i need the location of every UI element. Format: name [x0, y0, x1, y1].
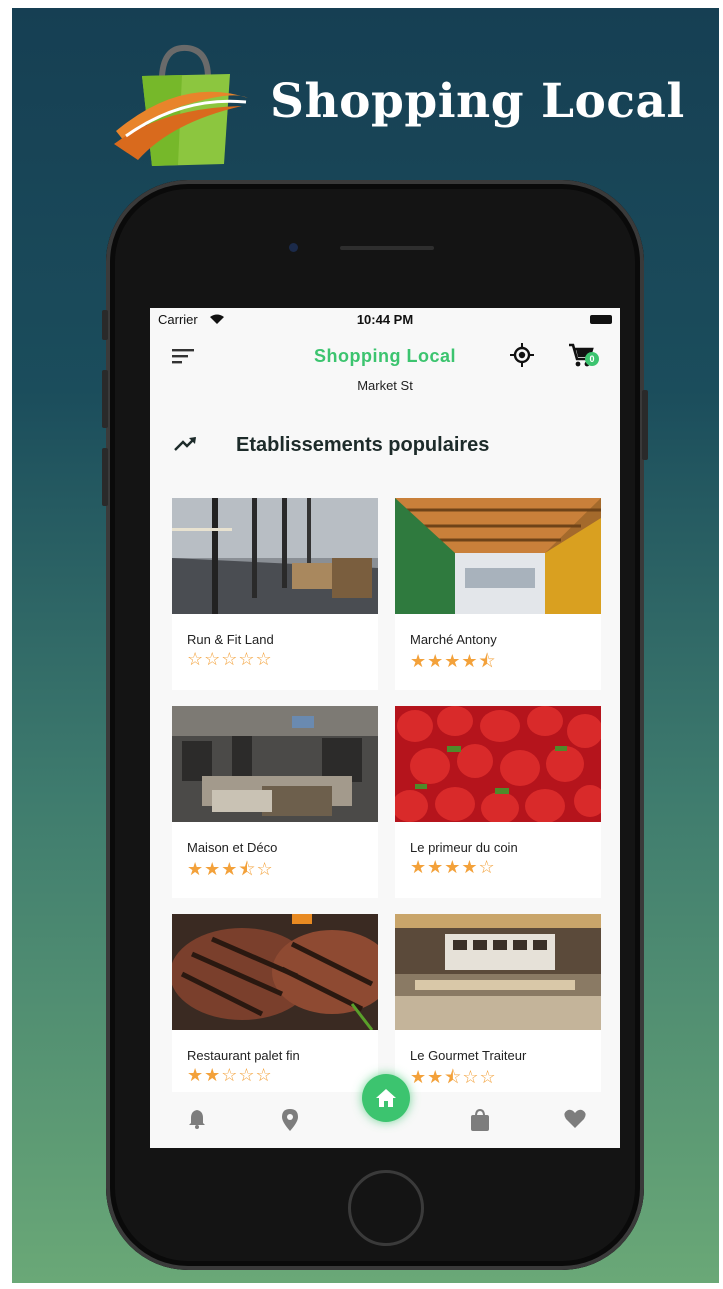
- app-title: Shopping Local: [314, 346, 456, 366]
- store-photo: [395, 706, 601, 822]
- location-pin-icon[interactable]: [282, 1109, 298, 1131]
- battery-icon: [590, 315, 612, 324]
- store-photo: [172, 914, 378, 1030]
- store-card[interactable]: Marché Antony ★★★★⯪: [395, 498, 601, 690]
- store-name: Le Gourmet Traiteur: [410, 1048, 527, 1063]
- store-name: Run & Fit Land: [187, 632, 274, 647]
- app-screen: Carrier 10:44 PM Shopping Local Market S…: [150, 308, 620, 1148]
- store-name: Maison et Déco: [187, 840, 278, 855]
- store-card[interactable]: Le Gourmet Traiteur ★★⯪☆☆: [395, 914, 601, 1106]
- popular-section-header: Etablissements populaires: [150, 430, 620, 460]
- store-name: Restaurant palet fin: [187, 1048, 300, 1063]
- status-time: 10:44 PM: [356, 312, 414, 327]
- star-rating: ☆☆☆☆☆: [187, 649, 273, 669]
- phone-frame: Carrier 10:44 PM Shopping Local Market S…: [102, 180, 648, 1270]
- earpiece-speaker: [340, 246, 434, 250]
- star-rating: ★★★⯪☆: [187, 859, 274, 879]
- star-rating: ★★⯪☆☆: [410, 1067, 497, 1087]
- home-tab-button[interactable]: [362, 1074, 410, 1122]
- store-name: Marché Antony: [410, 632, 497, 647]
- mute-switch: [102, 310, 108, 340]
- brand-name: Shopping Local: [270, 74, 685, 129]
- app-header: Shopping Local Market St 0: [150, 330, 620, 402]
- volume-up-button: [102, 370, 108, 428]
- bottom-navigation: [150, 1074, 620, 1148]
- section-title: Etablissements populaires: [236, 434, 490, 456]
- trending-up-icon: [174, 437, 196, 451]
- front-camera: [289, 243, 298, 252]
- store-card[interactable]: Restaurant palet fin ★★☆☆☆: [172, 914, 378, 1106]
- store-photo: [172, 706, 378, 822]
- store-card[interactable]: Run & Fit Land ☆☆☆☆☆: [172, 498, 378, 690]
- status-bar: Carrier 10:44 PM: [150, 308, 620, 330]
- store-name: Le primeur du coin: [410, 840, 518, 855]
- volume-down-button: [102, 448, 108, 506]
- store-card[interactable]: Le primeur du coin ★★★★☆: [395, 706, 601, 898]
- store-photo: [395, 498, 601, 614]
- heart-icon[interactable]: [564, 1109, 586, 1129]
- promo-poster: Shopping Local Carrier 10:44 PM Shopping…: [12, 8, 719, 1283]
- store-card[interactable]: Maison et Déco ★★★⯪☆: [172, 706, 378, 898]
- locate-target-icon[interactable]: [510, 343, 534, 367]
- home-button[interactable]: [348, 1170, 424, 1246]
- shopping-bag-logo-icon: [114, 44, 248, 166]
- star-rating: ★★★★⯪: [410, 651, 497, 671]
- store-photo: [395, 914, 601, 1030]
- cart-count-badge: 0: [585, 352, 599, 366]
- store-photo: [172, 498, 378, 614]
- bell-icon[interactable]: [188, 1109, 206, 1129]
- star-rating: ★★★★☆: [410, 857, 496, 877]
- power-button: [642, 390, 648, 460]
- shopping-bag-icon[interactable]: [470, 1109, 490, 1131]
- star-rating: ★★☆☆☆: [187, 1065, 273, 1085]
- current-location[interactable]: Market St: [150, 378, 620, 393]
- home-icon: [376, 1089, 396, 1107]
